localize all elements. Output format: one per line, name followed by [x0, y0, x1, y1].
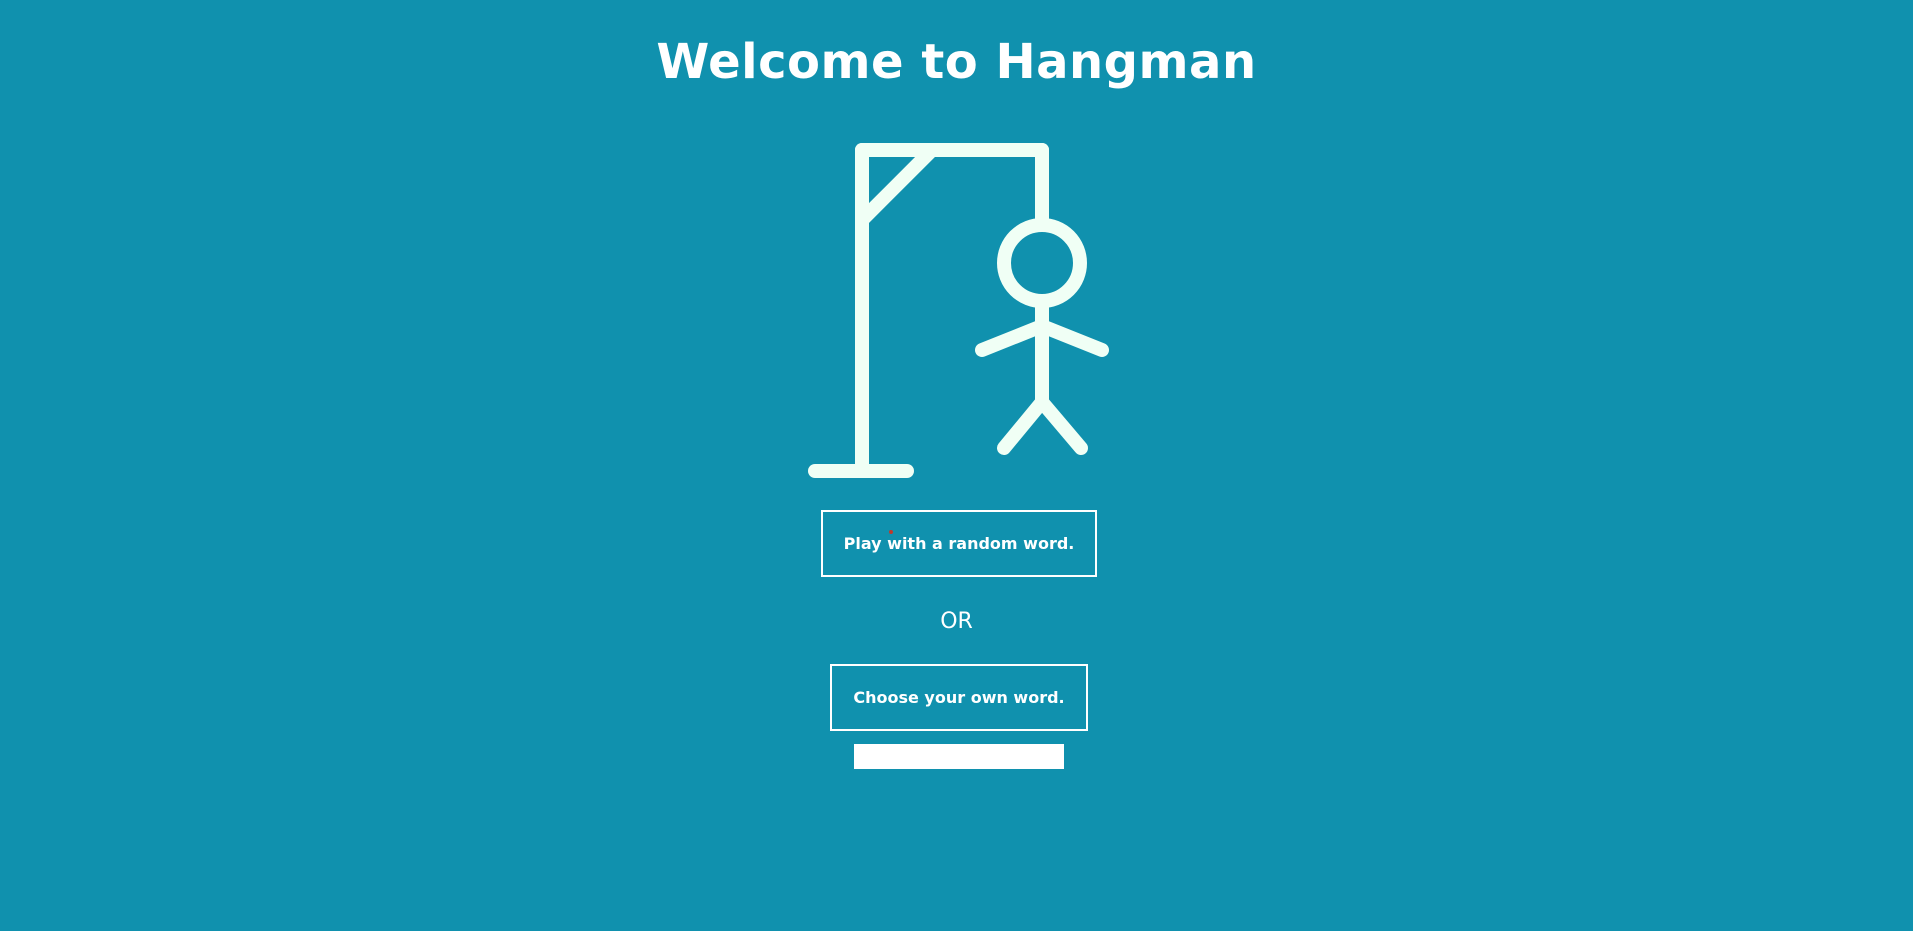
- choose-own-word-button[interactable]: Choose your own word.: [830, 664, 1088, 731]
- figure-right-leg: [1035, 395, 1088, 455]
- figure-head: [997, 218, 1087, 308]
- or-separator: OR: [940, 609, 973, 634]
- page-title: Welcome to Hangman: [656, 34, 1257, 90]
- gallows-brace: [855, 143, 939, 227]
- play-random-word-button[interactable]: Play with a random word.: [821, 510, 1097, 577]
- custom-word-input[interactable]: [854, 744, 1064, 769]
- figure-left-arm: [975, 319, 1049, 357]
- figure-left-leg: [997, 395, 1049, 455]
- hangman-figure-icon: [808, 143, 1109, 478]
- hangman-start-screen: Welcome to Hangman Play with a random wo: [0, 0, 1913, 931]
- figure-right-arm: [1035, 319, 1109, 357]
- mouse-cursor-marker: [889, 530, 893, 534]
